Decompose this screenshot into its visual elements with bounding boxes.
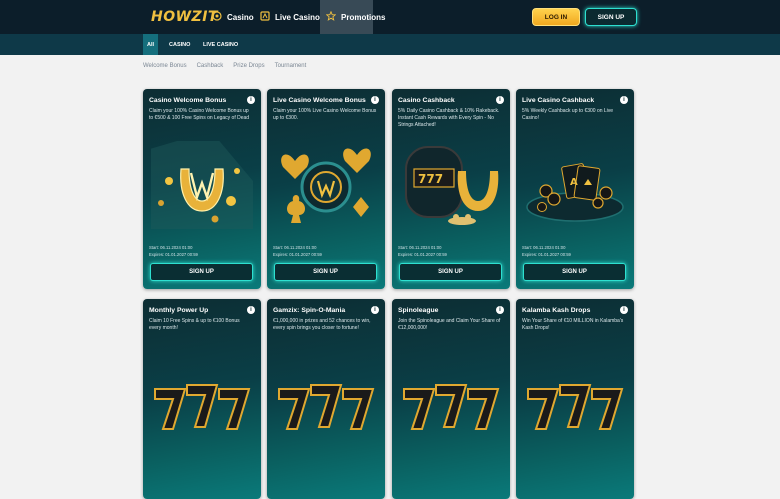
subnav-live-casino[interactable]: LIVE CASINO xyxy=(203,34,238,55)
card-description: 5% Daily Casino Cashback & 10% Rakeback.… xyxy=(398,108,500,128)
site-logo[interactable]: HOWZIT xyxy=(151,9,218,25)
card-signup-button[interactable]: SIGN UP xyxy=(274,263,377,281)
card-title: Casino Cashback xyxy=(398,97,455,104)
info-icon[interactable]: i xyxy=(620,96,628,104)
expiry-date: Expires: 01.01.2027 00:59 xyxy=(149,251,198,257)
promo-dates: Start: 06.11.2024 01:00 Expires: 01.01.2… xyxy=(522,245,571,258)
lucky-sevens-illustration xyxy=(527,384,624,430)
card-description: €1,000,000 in prizes and 52 chances to w… xyxy=(273,318,371,331)
promo-card-casino-welcome[interactable]: Casino Welcome Bonus i Claim your 100% C… xyxy=(143,89,261,289)
live-casino-icon xyxy=(260,10,270,24)
filter-tournament[interactable]: Tournament xyxy=(275,63,307,69)
promo-dates: Start: 06.11.2024 01:00 Expires: 01.01.2… xyxy=(149,245,198,258)
nav-casino[interactable]: Casino xyxy=(212,0,254,34)
start-date: Start: 06.11.2024 01:00 xyxy=(273,245,317,250)
nav-promotions-label: Promotions xyxy=(341,12,386,22)
filter-welcome-bonus[interactable]: Welcome Bonus xyxy=(143,63,187,69)
promo-filters: Welcome Bonus Cashback Prize Drops Tourn… xyxy=(143,63,306,69)
card-description: Win Your Share of €10 MILLION in Kalamba… xyxy=(522,318,624,331)
promo-card-kalamba-kash-drops[interactable]: Kalamba Kash Drops i Win Your Share of €… xyxy=(516,299,634,499)
promo-card-spinoleague[interactable]: Spinoleague i Join the Spinoleague and C… xyxy=(392,299,510,499)
casino-chip-icon xyxy=(212,10,222,24)
card-description: Join the Spinoleague and Claim Your Shar… xyxy=(398,318,501,331)
promo-card-monthly-power-up[interactable]: Monthly Power Up i Claim 10 Free Spins &… xyxy=(143,299,261,499)
horseshoe-coins-illustration xyxy=(151,141,253,229)
promo-card-live-casino-welcome[interactable]: Live Casino Welcome Bonus i Claim your 1… xyxy=(267,89,385,289)
info-icon[interactable]: i xyxy=(496,306,504,314)
card-title: Live Casino Welcome Bonus xyxy=(273,97,366,104)
subnav-all[interactable]: All xyxy=(143,34,159,55)
info-icon[interactable]: i xyxy=(247,306,255,314)
start-date: Start: 06.11.2024 01:00 xyxy=(522,245,566,250)
card-description: Claim your 100% Casino Welcome Bonus up … xyxy=(149,108,250,121)
nav-casino-label: Casino xyxy=(227,12,254,22)
filter-cashback[interactable]: Cashback xyxy=(197,63,224,69)
category-subnav: All CASINO LIVE CASINO xyxy=(0,34,780,55)
lucky-sevens-illustration xyxy=(154,384,251,430)
start-date: Start: 06.11.2024 01:00 xyxy=(398,245,442,250)
promo-dates: Start: 06.11.2024 01:00 Expires: 01.01.2… xyxy=(273,245,322,258)
lucky-sevens-illustration xyxy=(278,384,375,430)
card-description: Claim your 100% Live Casino Welcome Bonu… xyxy=(273,108,377,121)
nav-live-casino[interactable]: Live Casino xyxy=(260,0,320,34)
lucky-sevens-illustration xyxy=(403,384,500,430)
card-signup-button[interactable]: SIGN UP xyxy=(523,263,626,281)
card-signup-button[interactable]: SIGN UP xyxy=(399,263,502,281)
expiry-date: Expires: 01.01.2027 00:59 xyxy=(398,251,447,257)
promo-card-casino-cashback[interactable]: Casino Cashback i 5% Daily Casino Cashba… xyxy=(392,89,510,289)
star-icon xyxy=(325,10,337,24)
card-description: 5% Weekly Cashback up to €300 on Live Ca… xyxy=(522,108,614,121)
card-signup-button[interactable]: SIGN UP xyxy=(150,263,253,281)
info-icon[interactable]: i xyxy=(496,96,504,104)
playing-cards-chips-illustration: A xyxy=(526,163,624,222)
card-title: Spinoleague xyxy=(398,307,439,314)
expiry-date: Expires: 01.01.2027 00:59 xyxy=(273,251,322,257)
svg-text:777: 777 xyxy=(418,172,443,186)
card-title: Live Casino Cashback xyxy=(522,97,595,104)
info-icon[interactable]: i xyxy=(620,306,628,314)
expiry-date: Expires: 01.01.2027 00:59 xyxy=(522,251,571,257)
card-title: Monthly Power Up xyxy=(149,307,209,314)
chip-card-suits-illustration xyxy=(281,148,371,223)
card-description: Claim 10 Free Spins & up to €100 Bonus e… xyxy=(149,318,240,331)
card-title: Casino Welcome Bonus xyxy=(149,97,227,104)
nav-promotions[interactable]: Promotions xyxy=(320,0,385,34)
promo-card-live-casino-cashback[interactable]: Live Casino Cashback i 5% Weekly Cashbac… xyxy=(516,89,634,289)
promo-card-gamzix-spin-o-mania[interactable]: Gamzix: Spin-O-Mania i €1,000,000 in pri… xyxy=(267,299,385,499)
info-icon[interactable]: i xyxy=(371,306,379,314)
slot-machine-illustration: 777 xyxy=(405,146,499,225)
card-title: Kalamba Kash Drops xyxy=(522,307,591,314)
top-header: HOWZIT Casino Live Casino Promotions LOG… xyxy=(0,0,780,34)
svg-text:A: A xyxy=(570,177,578,188)
info-icon[interactable]: i xyxy=(371,96,379,104)
start-date: Start: 06.11.2024 01:00 xyxy=(149,245,193,250)
nav-live-casino-label: Live Casino xyxy=(275,12,320,22)
card-title: Gamzix: Spin-O-Mania xyxy=(273,307,346,314)
header-signup-button[interactable]: SIGN UP xyxy=(585,8,637,26)
filter-prize-drops[interactable]: Prize Drops xyxy=(233,63,264,69)
promo-dates: Start: 06.11.2024 01:00 Expires: 01.01.2… xyxy=(398,245,447,258)
login-button[interactable]: LOG IN xyxy=(532,8,580,26)
subnav-casino[interactable]: CASINO xyxy=(169,34,190,55)
info-icon[interactable]: i xyxy=(247,96,255,104)
